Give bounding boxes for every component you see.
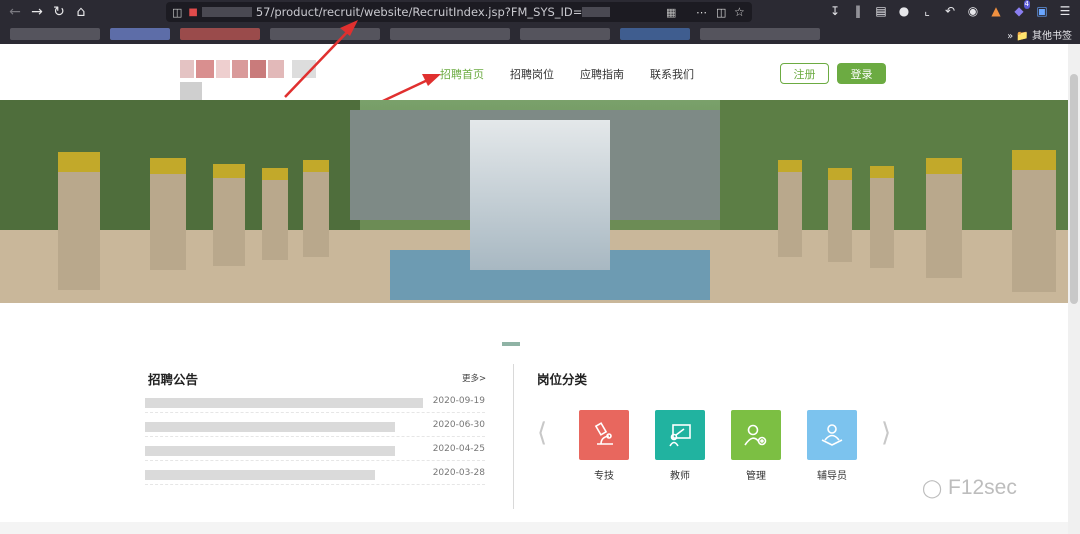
watermark: ◯ F12sec — [922, 476, 1017, 500]
hero-banner — [0, 100, 1080, 303]
microscope-icon — [579, 410, 629, 460]
category-label: 专技 — [594, 471, 614, 482]
category-label: 管理 — [746, 471, 766, 482]
notice-item[interactable]: 2020-04-25 — [145, 441, 485, 461]
notice-date: 2020-09-19 — [432, 396, 485, 406]
category-technical[interactable]: 专技 — [579, 410, 629, 482]
notice-date: 2020-06-30 — [432, 420, 485, 430]
notice-item[interactable]: 2020-03-28 — [145, 465, 485, 485]
notice-title: 招聘公告 — [148, 372, 199, 387]
notice-more-link[interactable]: 更多> — [462, 372, 486, 384]
notice-item[interactable]: 2020-09-19 — [145, 393, 485, 413]
section-divider — [502, 342, 520, 346]
category-label: 教师 — [670, 471, 690, 482]
panel-divider — [513, 364, 514, 509]
user-gear-icon — [731, 410, 781, 460]
next-arrow-icon[interactable]: ⟩ — [881, 418, 891, 448]
watermark-text: F12sec — [948, 476, 1017, 499]
notice-title-redacted — [145, 422, 395, 432]
annotation-arrow-url — [284, 20, 358, 98]
notice-title-redacted — [145, 470, 375, 480]
reader-book-icon — [807, 410, 857, 460]
footer-strip — [0, 522, 1080, 534]
category-management[interactable]: 管理 — [731, 410, 781, 482]
notice-date: 2020-04-25 — [432, 444, 485, 454]
category-teacher[interactable]: 教师 — [655, 410, 705, 482]
category-label: 辅导员 — [817, 471, 847, 482]
notice-item[interactable]: 2020-06-30 — [145, 417, 485, 437]
prev-arrow-icon[interactable]: ⟨ — [537, 418, 547, 448]
notice-title-redacted — [145, 398, 423, 408]
category-title: 岗位分类 — [537, 372, 588, 387]
wechat-icon: ◯ — [922, 478, 943, 498]
category-counselor[interactable]: 辅导员 — [807, 410, 857, 482]
notice-title-redacted — [145, 446, 395, 456]
scrollbar-thumb[interactable] — [1070, 74, 1078, 304]
scrollbar[interactable] — [1068, 44, 1080, 534]
teacher-board-icon — [655, 410, 705, 460]
notice-date: 2020-03-28 — [432, 468, 485, 478]
